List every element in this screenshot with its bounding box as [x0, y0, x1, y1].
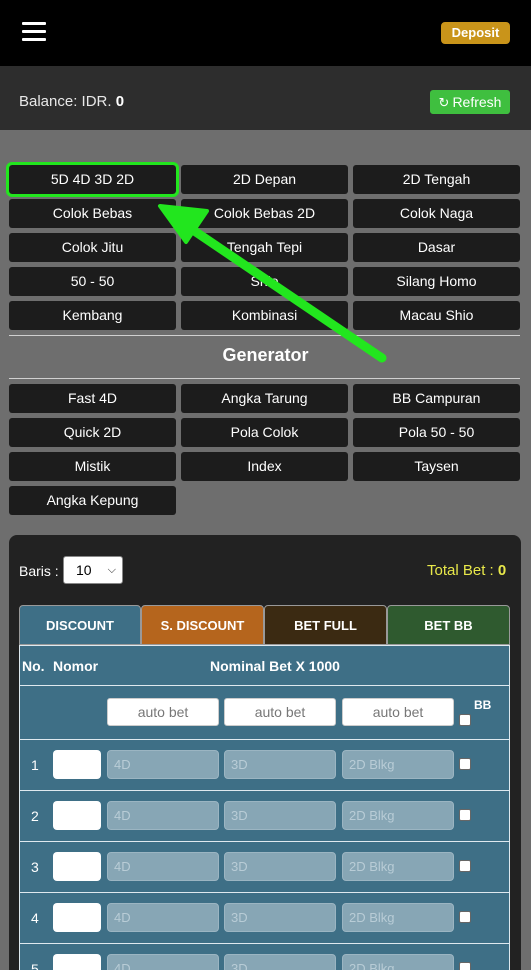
generator-pola-colok-button[interactable]: Pola Colok — [181, 418, 348, 447]
game-colok-jitu-button[interactable]: Colok Jitu — [9, 233, 176, 262]
tab-discount[interactable]: DISCOUNT — [19, 605, 141, 645]
bb-checkbox[interactable] — [459, 809, 471, 821]
generator-angka-tarung-button[interactable]: Angka Tarung — [181, 384, 348, 413]
bet-4d-input[interactable]: 4D — [107, 801, 219, 830]
game-2d-depan-button[interactable]: 2D Depan — [181, 165, 348, 194]
bb-all-checkbox[interactable] — [459, 714, 471, 726]
balance-display: Balance: IDR. 0 — [19, 93, 124, 110]
generator-bb-campuran-button[interactable]: BB Campuran — [353, 384, 520, 413]
refresh-button[interactable]: ↻ Refresh — [430, 90, 510, 114]
game-kembang-button[interactable]: Kembang — [9, 301, 176, 330]
generator-index-button[interactable]: Index — [181, 452, 348, 481]
game-kombinasi-button[interactable]: Kombinasi — [181, 301, 348, 330]
game-tengah-tepi-button[interactable]: Tengah Tepi — [181, 233, 348, 262]
bet-3d-input[interactable]: 3D — [224, 750, 336, 779]
game-50-50-button[interactable]: 50 - 50 — [9, 267, 176, 296]
game-macau-shio-button[interactable]: Macau Shio — [353, 301, 520, 330]
row-number: 5 — [31, 961, 39, 970]
game-shio-button[interactable]: Shio — [181, 267, 348, 296]
table-row: 3 4D 3D 2D Blkg — [20, 842, 509, 893]
baris-label: Baris : — [19, 563, 59, 579]
bet-3d-input[interactable]: 3D — [224, 954, 336, 970]
col-nomor: Nomor — [53, 658, 99, 674]
game-type-grid: 5D 4D 3D 2D 2D Depan 2D Tengah Colok Beb… — [6, 162, 521, 330]
bet-4d-input[interactable]: 4D — [107, 750, 219, 779]
nomor-input[interactable] — [53, 903, 101, 932]
bet-4d-input[interactable]: 4D — [107, 954, 219, 970]
baris-value: 10 — [76, 562, 92, 578]
row-number: 2 — [31, 808, 39, 824]
generator-title: Generator — [222, 345, 309, 365]
col-no: No. — [22, 658, 45, 674]
bet-2d-blkg-input[interactable]: 2D Blkg — [342, 750, 454, 779]
game-silang-homo-button[interactable]: Silang Homo — [353, 267, 520, 296]
generator-grid: Fast 4D Angka Tarung BB Campuran Quick 2… — [9, 384, 521, 515]
autobet-4d-input[interactable]: auto bet — [107, 698, 219, 726]
game-colok-bebas-button[interactable]: Colok Bebas — [9, 199, 176, 228]
total-bet-value: 0 — [497, 562, 507, 579]
bet-2d-blkg-input[interactable]: 2D Blkg — [342, 801, 454, 830]
divider — [9, 335, 520, 336]
divider — [9, 378, 520, 379]
table-row: 5 4D 3D 2D Blkg — [20, 944, 509, 970]
total-bet-label: Total Bet : — [427, 562, 494, 579]
bet-4d-input[interactable]: 4D — [107, 903, 219, 932]
bet-2d-blkg-input[interactable]: 2D Blkg — [342, 903, 454, 932]
nomor-input[interactable] — [53, 852, 101, 881]
baris-select[interactable]: 10 ⌵ — [63, 556, 123, 584]
bet-tabs: DISCOUNT S. DISCOUNT BET FULL BET BB — [19, 605, 510, 645]
bet-3d-input[interactable]: 3D — [224, 801, 336, 830]
game-2d-tengah-button[interactable]: 2D Tengah — [353, 165, 520, 194]
table-row: 1 4D 3D 2D Blkg — [20, 740, 509, 791]
bet-table: No. Nomor Nominal Bet X 1000 auto bet au… — [19, 645, 510, 970]
balance-label: Balance: IDR. — [19, 93, 112, 110]
generator-quick-2d-button[interactable]: Quick 2D — [9, 418, 176, 447]
row-number: 1 — [31, 757, 39, 773]
table-row: 2 4D 3D 2D Blkg — [20, 791, 509, 842]
bet-3d-input[interactable]: 3D — [224, 852, 336, 881]
bb-checkbox[interactable] — [459, 911, 471, 923]
bet-3d-input[interactable]: 3D — [224, 903, 336, 932]
chevron-down-icon: ⌵ — [107, 564, 116, 576]
row-number: 4 — [31, 910, 39, 926]
balance-value: 0 — [115, 93, 125, 110]
row-number: 3 — [31, 859, 39, 875]
generator-mistik-button[interactable]: Mistik — [9, 452, 176, 481]
generator-taysen-button[interactable]: Taysen — [353, 452, 520, 481]
bb-checkbox[interactable] — [459, 962, 471, 970]
tab-bet-full[interactable]: BET FULL — [264, 605, 387, 645]
autobet-3d-input[interactable]: auto bet — [224, 698, 336, 726]
table-header: No. Nomor Nominal Bet X 1000 — [20, 646, 509, 686]
autobet-2d-input[interactable]: auto bet — [342, 698, 454, 726]
game-colok-naga-button[interactable]: Colok Naga — [353, 199, 520, 228]
game-5d-4d-3d-2d-button[interactable]: 5D 4D 3D 2D — [6, 162, 179, 197]
nomor-input[interactable] — [53, 750, 101, 779]
game-colok-bebas-2d-button[interactable]: Colok Bebas 2D — [181, 199, 348, 228]
generator-fast-4d-button[interactable]: Fast 4D — [9, 384, 176, 413]
hamburger-menu-icon[interactable] — [22, 22, 46, 42]
refresh-icon: ↻ — [438, 95, 450, 110]
bb-label: BB — [474, 698, 492, 712]
bb-checkbox[interactable] — [459, 758, 471, 770]
game-dasar-button[interactable]: Dasar — [353, 233, 520, 262]
generator-angka-kepung-button[interactable]: Angka Kepung — [9, 486, 176, 515]
bet-4d-input[interactable]: 4D — [107, 852, 219, 881]
refresh-label: Refresh — [452, 94, 502, 110]
tab-bet-bb[interactable]: BET BB — [387, 605, 510, 645]
autobet-row: auto bet auto bet auto bet BB — [20, 686, 509, 740]
generator-pola-50-50-button[interactable]: Pola 50 - 50 — [353, 418, 520, 447]
bet-2d-blkg-input[interactable]: 2D Blkg — [342, 852, 454, 881]
nomor-input[interactable] — [53, 954, 101, 970]
top-bar: Deposit — [0, 0, 531, 66]
tab-s-discount[interactable]: S. DISCOUNT — [141, 605, 264, 645]
bb-checkbox[interactable] — [459, 860, 471, 872]
total-bet: Total Bet : 0 — [427, 562, 506, 579]
bet-2d-blkg-input[interactable]: 2D Blkg — [342, 954, 454, 970]
nomor-input[interactable] — [53, 801, 101, 830]
col-nominal: Nominal Bet X 1000 — [210, 658, 340, 674]
table-row: 4 4D 3D 2D Blkg — [20, 893, 509, 944]
deposit-button[interactable]: Deposit — [441, 22, 510, 44]
